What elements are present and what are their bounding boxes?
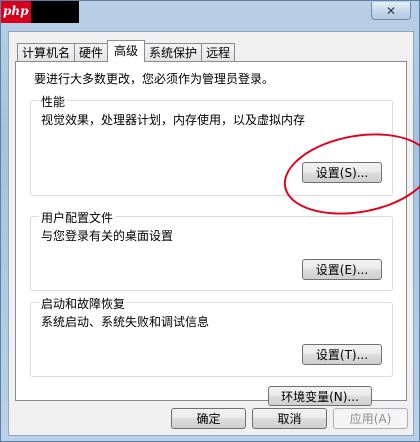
dialog-client: 计算机名 硬件 高级 系统保护 远程 要进行大多数更改，您必须作为管理员登录。 … [8, 31, 414, 436]
performance-group: 性能 视觉效果，处理器计划，内存使用，以及虚拟内存 设置(S)... [30, 93, 393, 196]
cancel-button[interactable]: 取消 [252, 408, 327, 429]
ok-button[interactable]: 确定 [171, 408, 246, 429]
tab-system-protection[interactable]: 系统保护 [144, 43, 203, 62]
tab-strip: 计算机名 硬件 高级 系统保护 远程 [17, 40, 236, 62]
performance-description: 视觉效果，处理器计划，内存使用，以及虚拟内存 [41, 113, 306, 127]
startup-recovery-title: 启动和故障恢复 [39, 295, 128, 312]
user-profiles-settings-button[interactable]: 设置(E)... [302, 259, 382, 280]
tab-remote[interactable]: 远程 [201, 43, 236, 62]
advanced-panel: 要进行大多数更改，您必须作为管理员登录。 性能 视觉效果，处理器计划，内存使用，… [15, 61, 407, 406]
php-logo: php [1, 1, 31, 23]
tab-advanced[interactable]: 高级 [107, 40, 146, 62]
user-profiles-description: 与您登录有关的桌面设置 [41, 229, 174, 243]
user-profiles-title: 用户配置文件 [39, 209, 116, 226]
title-redaction [31, 1, 79, 23]
apply-button[interactable]: 应用(A) [333, 408, 408, 429]
startup-recovery-settings-button[interactable]: 设置(T)... [302, 344, 382, 365]
admin-note: 要进行大多数更改，您必须作为管理员登录。 [34, 72, 275, 86]
title-bar[interactable]: php ✕ [1, 1, 419, 23]
startup-recovery-description: 系统启动、系统失败和调试信息 [41, 315, 210, 329]
startup-recovery-group: 启动和故障恢复 系统启动、系统失败和调试信息 设置(T)... [30, 295, 393, 377]
close-icon: ✕ [385, 3, 397, 18]
tab-hardware[interactable]: 硬件 [74, 43, 109, 62]
window-frame: php ✕ 计算机名 硬件 高级 系统保护 远程 要进行大多数更改，您必须作为管… [0, 0, 420, 442]
performance-title: 性能 [39, 93, 68, 110]
environment-variables-button[interactable]: 环境变量(N)... [268, 386, 372, 406]
tab-computer-name[interactable]: 计算机名 [17, 43, 76, 62]
performance-settings-button[interactable]: 设置(S)... [302, 162, 382, 183]
close-button[interactable]: ✕ [371, 2, 411, 20]
user-profiles-group: 用户配置文件 与您登录有关的桌面设置 设置(E)... [30, 209, 393, 291]
